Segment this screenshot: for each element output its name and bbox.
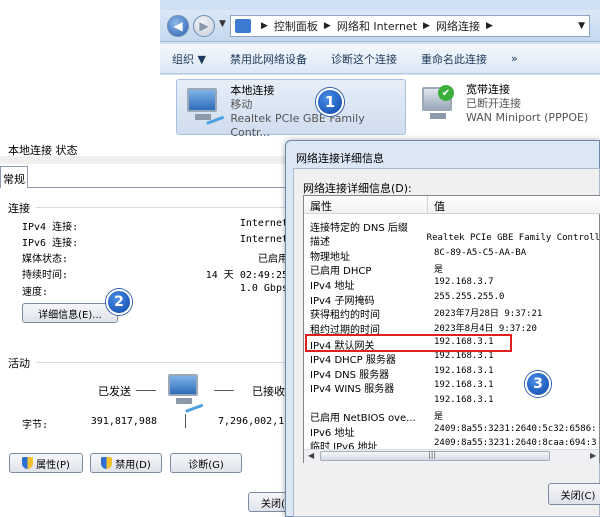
connection-section-label: 连接: [8, 202, 30, 215]
ipv4-connectivity-value: Internet: [239, 218, 288, 229]
details-close-button[interactable]: 关闭(C): [548, 483, 600, 505]
activity-section-label: 活动: [8, 357, 30, 370]
breadcrumb-control-panel[interactable]: 控制面板: [274, 18, 318, 34]
list-item[interactable]: 已启用 DHCP 是: [310, 262, 600, 275]
step-badge-1: 1: [316, 88, 344, 116]
column-header-property[interactable]: 属性: [304, 196, 428, 213]
breadcrumb-network-connections[interactable]: 网络连接: [436, 18, 480, 34]
list-item[interactable]: 临时 IPv6 地址 2409:8a55:3231:2640:8caa:694:3: [310, 438, 600, 449]
arrow-right-icon: ▶: [199, 19, 209, 33]
check-icon: ✔: [438, 85, 454, 101]
chevron-right-icon: ▶: [485, 21, 493, 31]
connection-name: 宽带连接: [466, 83, 510, 96]
media-state-value: 已启用: [258, 254, 288, 265]
connection-item-local[interactable]: 本地连接 移动 Realtek PCIe GBE Family Contr...: [176, 79, 406, 139]
details-list-header: 属性 值: [304, 196, 600, 214]
column-header-value[interactable]: 值: [428, 196, 445, 213]
received-line: [214, 390, 234, 391]
more-commands-button[interactable]: »: [499, 52, 530, 65]
broadband-adapter-icon: ✔: [418, 85, 458, 125]
list-item[interactable]: IPv4 DHCP 服务器 192.168.3.1: [310, 351, 600, 364]
scrollbar-grip-icon: |||: [428, 450, 437, 459]
section-divider: [36, 362, 290, 363]
tab-divider: [28, 187, 290, 188]
control-panel-icon: [235, 19, 251, 33]
bytes-divider: [185, 414, 186, 428]
received-label: 已接收: [252, 385, 285, 398]
media-state-label: 媒体状态:: [22, 254, 69, 265]
gateway-highlight-box: [305, 334, 512, 352]
list-item[interactable]: IPv4 地址 192.168.3.7: [310, 277, 600, 290]
disable-device-button[interactable]: 禁用此网络设备: [218, 51, 319, 67]
list-item[interactable]: 已启用 NetBIOS ove... 是: [310, 409, 600, 422]
ipv6-connectivity-label: IPv6 连接:: [22, 238, 79, 249]
arrow-left-icon: ◀: [173, 19, 183, 33]
list-item[interactable]: 物理地址 8C-89-A5-C5-AA-BA: [310, 248, 600, 261]
network-activity-icon: [160, 374, 212, 418]
details-list-caption: 网络连接详细信息(D):: [303, 182, 412, 195]
list-item[interactable]: IPv4 DNS 服务器 192.168.3.1: [310, 366, 600, 379]
list-item[interactable]: IPv6 地址 2409:8a55:3231:2640:5c32:6586:: [310, 424, 600, 437]
properties-button[interactable]: 属性(P): [9, 453, 83, 473]
disable-button[interactable]: 禁用(D): [90, 453, 162, 473]
ipv6-connectivity-value: Internet: [239, 234, 288, 245]
network-adapter-icon: [183, 86, 225, 126]
scroll-right-icon[interactable]: ▶: [590, 451, 596, 460]
details-dialog-title: 网络连接详细信息: [296, 152, 384, 165]
bytes-sent-value: 391,817,988: [90, 416, 157, 427]
ipv4-connectivity-label: IPv4 连接:: [22, 222, 79, 233]
connection-item-broadband[interactable]: ✔ 宽带连接 已断开连接 WAN Miniport (PPPOE): [412, 79, 600, 135]
uac-shield-icon: [101, 457, 113, 469]
connection-status: 已断开连接: [466, 97, 521, 110]
bytes-label: 字节:: [22, 420, 49, 431]
forward-button[interactable]: ▶: [193, 15, 215, 37]
diagnose-connection-button[interactable]: 诊断这个连接: [319, 51, 409, 67]
speed-value: 1.0 Gbps: [239, 283, 288, 294]
list-item[interactable]: 获得租约的时间 2023年7月28日 9:37:21: [310, 306, 600, 319]
scroll-left-icon[interactable]: ◀: [308, 451, 314, 460]
chevron-down-icon[interactable]: ▼: [578, 21, 585, 31]
status-dialog-header-strip: [0, 156, 290, 164]
list-item[interactable]: 连接特定的 DNS 后缀: [310, 219, 600, 232]
breadcrumb-network-internet[interactable]: 网络和 Internet: [337, 18, 417, 34]
organize-menu[interactable]: 组织 ▼: [160, 51, 218, 67]
chevron-right-icon: ▶: [423, 21, 430, 31]
connection-device: WAN Miniport (PPPOE): [466, 111, 589, 124]
history-dropdown-icon[interactable]: ▼: [219, 19, 226, 29]
list-item[interactable]: 租约过期的时间 2023年8月4日 9:37:20: [310, 321, 600, 334]
sent-line: [136, 390, 156, 391]
list-item[interactable]: IPv4 WINS 服务器 192.168.3.1: [310, 380, 600, 393]
back-button[interactable]: ◀: [167, 15, 189, 37]
explorer-toolbar: 组织 ▼ 禁用此网络设备 诊断这个连接 重命名此连接 »: [160, 44, 600, 74]
rename-connection-button[interactable]: 重命名此连接: [409, 51, 499, 67]
uac-shield-icon: [22, 457, 34, 469]
list-item[interactable]: IPv4 子网掩码 255.255.255.0: [310, 292, 600, 305]
list-item[interactable]: 192.168.3.1: [310, 395, 600, 408]
speed-label: 速度:: [22, 287, 49, 298]
section-divider: [36, 207, 290, 208]
tab-general[interactable]: 常规: [0, 166, 28, 188]
step-badge-3: 3: [525, 371, 551, 397]
diagnose-button[interactable]: 诊断(G): [170, 453, 242, 473]
step-badge-2: 2: [106, 289, 132, 315]
duration-value: 14 天 02:49:25: [205, 270, 288, 281]
duration-label: 持续时间:: [22, 270, 69, 281]
address-bar[interactable]: ▶ 控制面板 ▶ 网络和 Internet ▶ 网络连接 ▶ ▼: [230, 15, 590, 37]
sent-label: 已发送: [98, 385, 131, 398]
chevron-right-icon: ▶: [261, 21, 268, 31]
details-button[interactable]: 详细信息(E)...: [22, 303, 118, 323]
chevron-right-icon: ▶: [323, 21, 331, 31]
list-item[interactable]: 描述 Realtek PCIe GBE Family Controller: [310, 233, 600, 246]
